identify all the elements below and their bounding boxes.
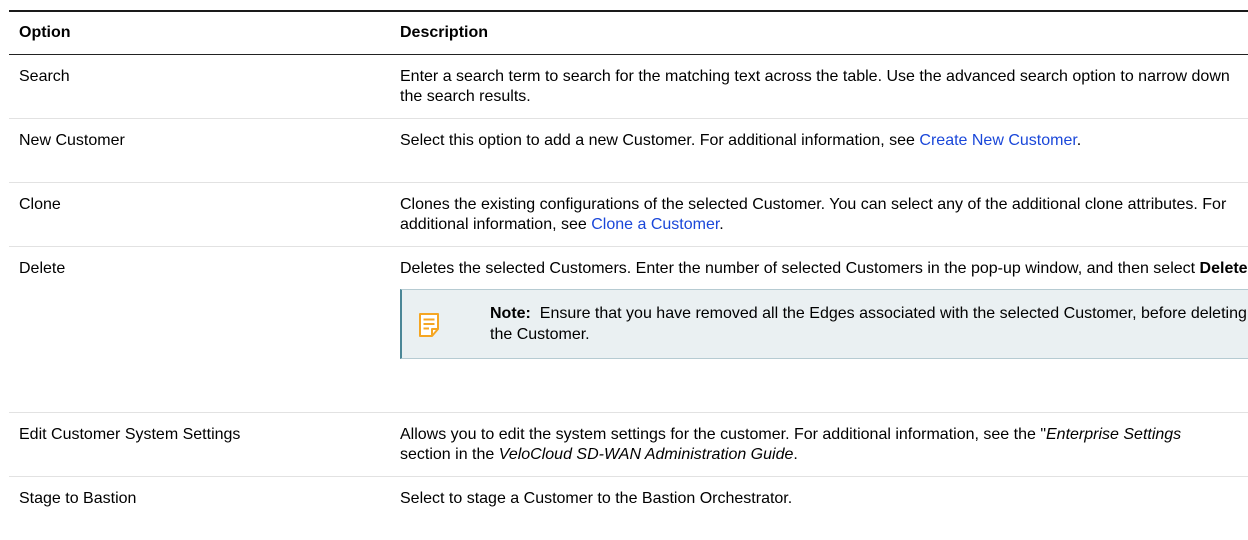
description-text: Select this option to add a new Customer… [400, 132, 920, 149]
description-text: Clones the existing configurations of th… [400, 196, 1227, 233]
description-cell: Deletes the selected Customers. Enter th… [400, 247, 1248, 359]
table-row-edit-customer-system-settings: Edit Customer System Settings Allows you… [9, 413, 1248, 477]
delete-description: Deletes the selected Customers. Enter th… [400, 259, 1248, 279]
description-cell: Allows you to edit the system settings f… [400, 413, 1248, 465]
table-row-stage-to-bastion: Stage to Bastion Select to stage a Custo… [9, 477, 1248, 521]
option-cell: Clone [19, 196, 61, 213]
description-cell: Enter a search term to search for the ma… [400, 68, 1230, 105]
description-text: Deletes the selected Customers. Enter th… [400, 260, 1200, 277]
note-body: Ensure that you have removed all the Edg… [490, 305, 1247, 343]
clone-a-customer-link[interactable]: Clone a Customer [591, 216, 719, 233]
header-description: Description [400, 24, 489, 41]
note-text: Note: Ensure that you have removed all t… [490, 303, 1247, 345]
description-end: . [719, 216, 724, 233]
description-end: . [793, 446, 798, 463]
table-row-delete: Delete Deletes the selected Customers. E… [9, 247, 1248, 413]
option-cell: Search [19, 68, 70, 85]
option-cell: Delete [19, 260, 66, 277]
option-cell: New Customer [19, 132, 125, 149]
description-cell: Select to stage a Customer to the Bastio… [400, 490, 793, 507]
enterprise-settings-ref: Enterprise Settings [1046, 426, 1182, 443]
table-row-new-customer: New Customer Select this option to add a… [9, 119, 1248, 183]
description-cell: Select this option to add a new Customer… [400, 119, 1248, 151]
delete-emphasis: Delete [1199, 260, 1248, 277]
table-row-search: Search Enter a search term to search for… [9, 55, 1248, 119]
option-cell: Edit Customer System Settings [19, 426, 241, 443]
description-middle: section in the [400, 446, 499, 463]
description-end: . [1076, 132, 1082, 149]
admin-guide-ref: VeloCloud SD-WAN Administration Guide [498, 446, 794, 463]
options-table: Option Description Search Enter a search… [9, 10, 1248, 521]
option-cell: Stage to Bastion [19, 490, 137, 507]
create-new-customer-link[interactable]: Create New Customer [919, 132, 1076, 149]
table-row-clone: Clone Clones the existing configurations… [9, 183, 1248, 247]
description-cell: Clones the existing configurations of th… [400, 183, 1248, 235]
note-label: Note: [490, 305, 531, 322]
description-text: Allows you to edit the system settings f… [400, 426, 1046, 443]
header-option: Option [19, 24, 71, 41]
note-callout: Note: Ensure that you have removed all t… [400, 289, 1248, 359]
note-icon [419, 313, 439, 337]
table-header-row: Option Description [9, 12, 1248, 55]
